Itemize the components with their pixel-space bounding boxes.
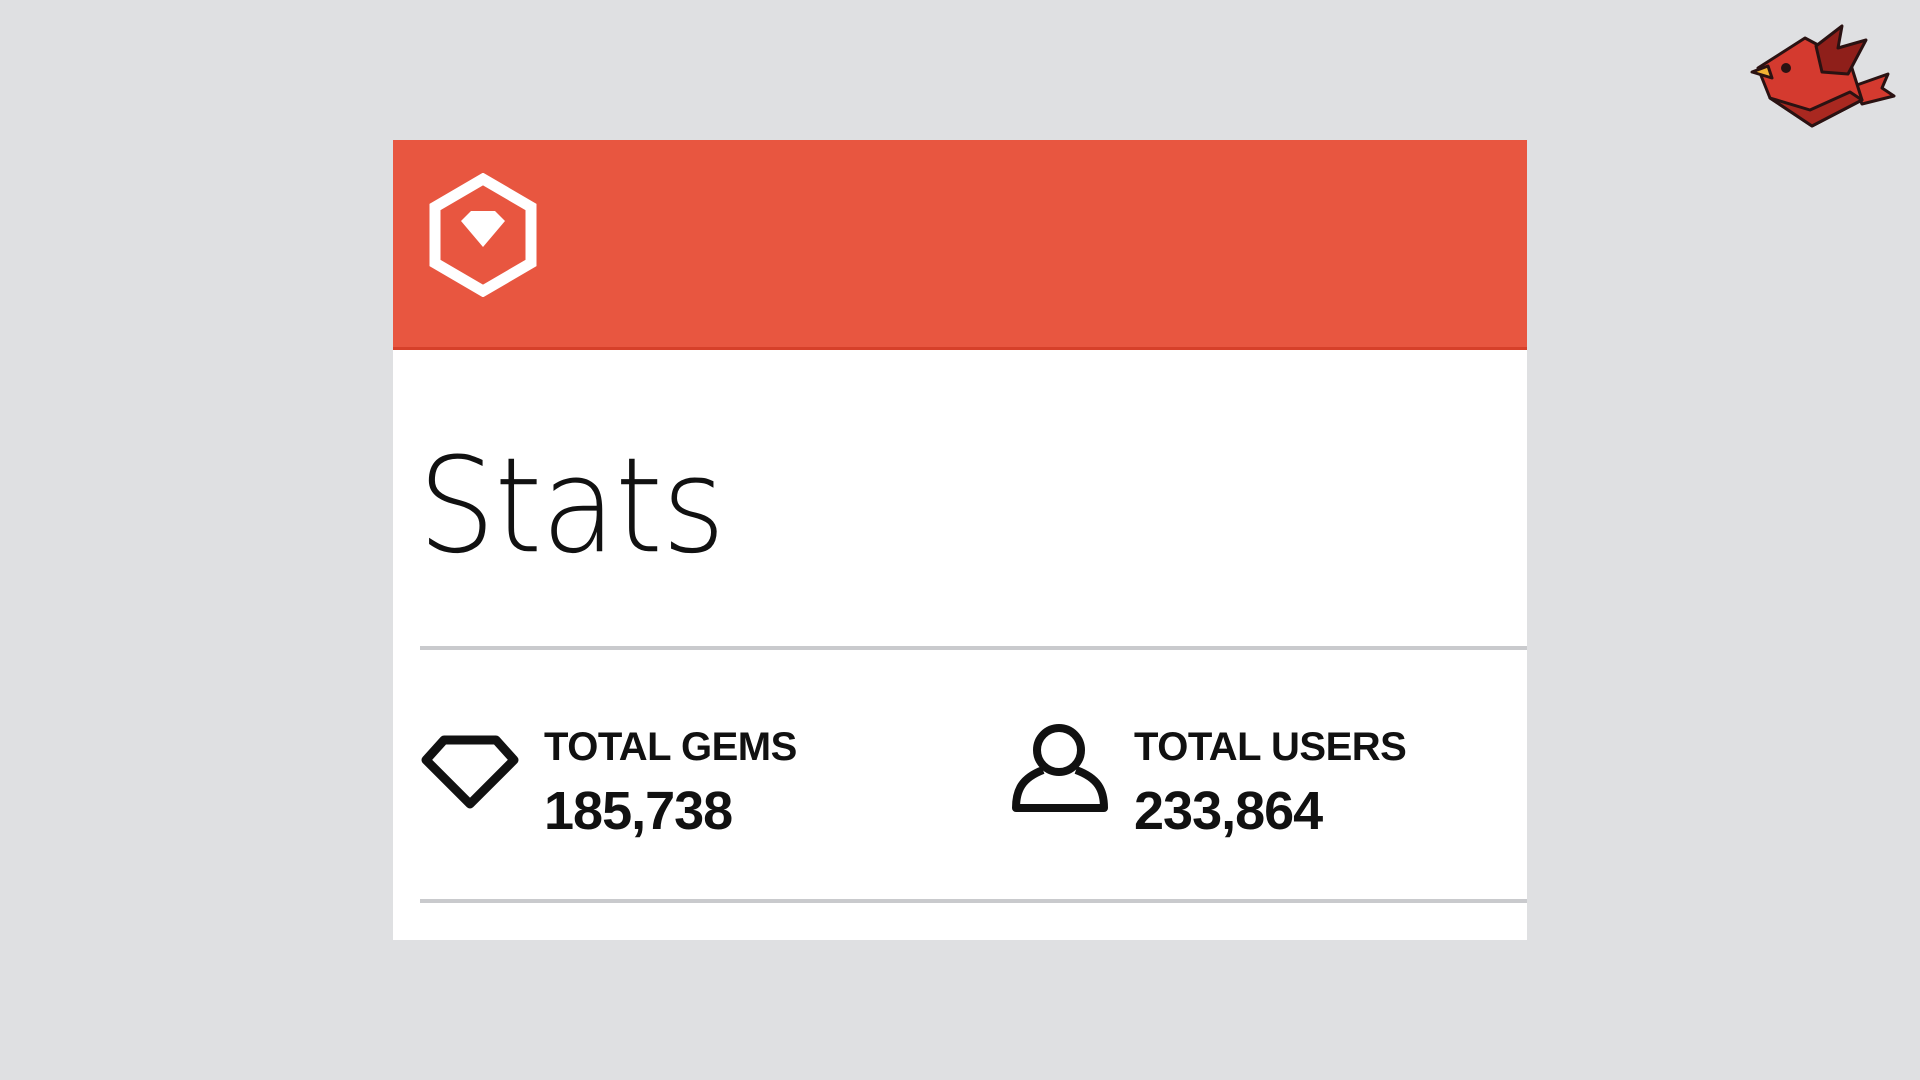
stat-total-gems: TOTAL GEMS 185,738 — [420, 720, 980, 841]
divider — [420, 646, 1527, 650]
stat-value: 185,738 — [544, 781, 733, 841]
stat-label: TOTAL USERS — [1134, 725, 1407, 769]
card-header — [393, 140, 1527, 350]
stats-card: Stats TOTAL GEMS 185,738 TOTAL USERS 233… — [393, 140, 1527, 940]
stat-label: TOTAL GEMS — [544, 725, 797, 769]
hexagon-gem-icon[interactable] — [427, 172, 539, 298]
stat-value: 233,864 — [1134, 781, 1323, 841]
gem-outline-icon — [420, 720, 520, 820]
page-title: Stats — [418, 429, 725, 583]
stat-total-users: TOTAL USERS 233,864 — [1010, 720, 1527, 841]
bird-logo-icon — [1750, 18, 1900, 133]
user-outline-icon — [1010, 720, 1110, 820]
divider — [420, 899, 1527, 903]
